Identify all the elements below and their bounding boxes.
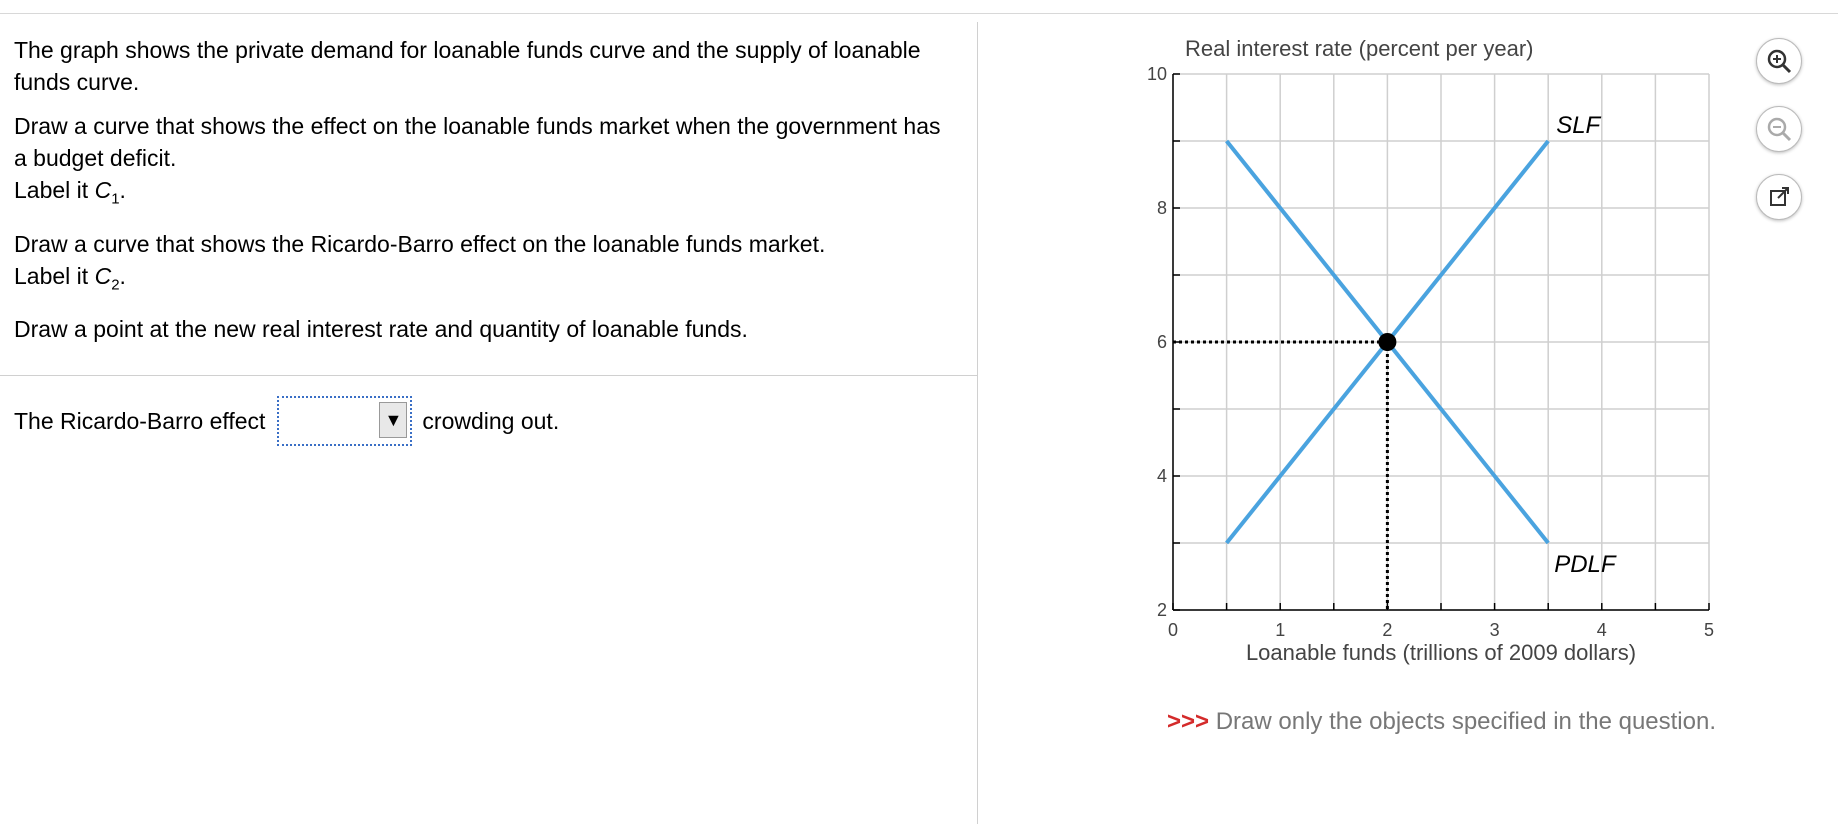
popout-button[interactable]	[1756, 174, 1802, 220]
section-divider	[0, 375, 977, 376]
question-suffix: crowding out.	[422, 408, 560, 434]
instruction-3: Draw a curve that shows the Ricardo-Barr…	[14, 230, 826, 294]
label-prefix: Label it	[14, 262, 95, 289]
label-c2: C	[94, 262, 112, 289]
instruction-2-text: Draw a curve that shows the effect on th…	[14, 113, 941, 171]
x-tick-label: 3	[1490, 620, 1500, 640]
instructions-panel: The graph shows the private demand for l…	[14, 34, 954, 357]
label-prefix: Label it	[14, 177, 95, 203]
answer-row: The Ricardo-Barro effect ▼ crowding out.	[14, 396, 559, 446]
zoom-out-icon	[1767, 117, 1792, 142]
top-border	[0, 13, 1838, 14]
y-tick-label: 2	[1157, 600, 1167, 620]
zoom-in-icon	[1767, 49, 1792, 74]
y-axis-title: Real interest rate (percent per year)	[1185, 36, 1534, 61]
series-label-pdlf: PDLF	[1554, 551, 1617, 578]
y-tick-label: 4	[1157, 466, 1167, 486]
label-c1: C	[94, 177, 112, 203]
zoom-out-button[interactable]	[1756, 106, 1802, 152]
question-prefix: The Ricardo-Barro effect	[14, 408, 266, 434]
y-tick-label: 8	[1157, 198, 1167, 218]
x-tick-label: 2	[1382, 620, 1392, 640]
drawing-note: >>> Draw only the objects specified in t…	[1167, 708, 1716, 736]
loanable-funds-chart[interactable]: 0 1 2 3 4 5 2 4 6 8 10 Real interest rate (percent …	[1100, 20, 1740, 680]
y-tick-label: 6	[1157, 332, 1167, 352]
x-tick-label: 0	[1168, 620, 1178, 640]
zoom-in-button[interactable]	[1756, 38, 1802, 84]
note-text: Draw only the objects specified in the q…	[1215, 708, 1717, 735]
instruction-1: The graph shows the private demand for l…	[14, 37, 921, 95]
instruction-3-text: Draw a curve that shows the Ricardo-Barr…	[14, 230, 826, 257]
label-c2-sub: 2	[111, 276, 120, 294]
label-c1-sub: 1	[111, 190, 120, 208]
graph-area[interactable]: 0 1 2 3 4 5 2 4 6 8 10 Real interest rate (percent …	[1100, 20, 1740, 685]
instruction-2: Draw a curve that shows the effect on th…	[14, 113, 941, 208]
y-tick-label: 10	[1147, 64, 1167, 84]
panel-divider	[977, 22, 978, 824]
answer-dropdown[interactable]: ▼	[277, 396, 413, 446]
x-axis-title: Loanable funds (trillions of 2009 dollar…	[1246, 640, 1636, 665]
x-tick-label: 5	[1704, 620, 1714, 640]
instruction-4: Draw a point at the new real interest ra…	[14, 316, 748, 343]
external-link-icon	[1770, 187, 1789, 206]
equilibrium-point	[1378, 333, 1397, 351]
x-tick-label: 1	[1275, 620, 1285, 640]
dropdown-arrow-icon[interactable]: ▼	[379, 402, 408, 438]
note-chevrons: >>>	[1167, 708, 1210, 735]
series-label-slf: SLF	[1556, 112, 1601, 139]
x-tick-label: 4	[1597, 620, 1607, 640]
